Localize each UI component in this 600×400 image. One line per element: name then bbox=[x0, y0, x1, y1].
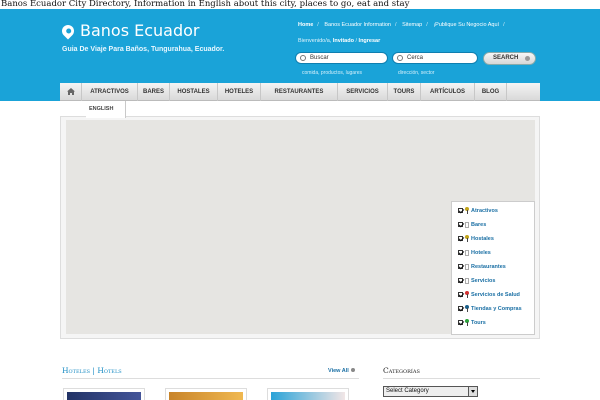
legend-checkbox[interactable] bbox=[458, 306, 463, 312]
map-marker-icon bbox=[465, 207, 469, 215]
search-input[interactable]: Buscar bbox=[295, 52, 388, 64]
legend-item[interactable]: Restaurantes bbox=[458, 261, 506, 274]
legend-label: Hoteles bbox=[471, 250, 491, 256]
categories-title: Categorías bbox=[383, 366, 420, 375]
thumbnail-image bbox=[271, 392, 345, 400]
legend-checkbox[interactable] bbox=[458, 292, 463, 298]
chevron-down-icon bbox=[468, 387, 477, 396]
top-links: Home / Banos Ecuador Information / Sitemap… bbox=[298, 22, 505, 28]
nav-home[interactable] bbox=[60, 83, 82, 101]
welcome-text: Bienvenido/a, Invitado / Ingresar bbox=[298, 38, 381, 44]
hotel-thumbnail[interactable] bbox=[267, 388, 349, 400]
location-input-placeholder: Cerca bbox=[407, 55, 424, 61]
location-hint: dirección, sector bbox=[398, 70, 435, 76]
thumbnail-image bbox=[169, 392, 243, 400]
nav-restaurantes[interactable]: RESTAURANTES bbox=[261, 83, 338, 101]
welcome-user: Invitado bbox=[332, 38, 354, 44]
map-marker-icon bbox=[465, 291, 469, 299]
legend-label: Restaurantes bbox=[471, 264, 506, 270]
legend-item[interactable]: Tours bbox=[458, 317, 486, 330]
hotel-thumbnail[interactable] bbox=[63, 388, 145, 400]
site-header: Banos Ecuador Guia De Viaje Para Baños, … bbox=[0, 9, 600, 83]
subnav-english[interactable]: ENGLISH bbox=[86, 101, 126, 118]
legend-checkbox[interactable] bbox=[458, 208, 463, 214]
map-marker-icon bbox=[465, 249, 469, 256]
site-logo[interactable]: Banos Ecuador bbox=[80, 21, 200, 40]
arrow-icon bbox=[525, 56, 530, 61]
top-link-sitemap[interactable]: Sitemap bbox=[402, 22, 422, 28]
top-link-publish[interactable]: ¡Publique Su Negocio Aquí bbox=[433, 22, 499, 28]
category-select-value: Select Category bbox=[386, 388, 429, 394]
site-tagline: Guia De Viaje Para Baños, Tungurahua, Ec… bbox=[62, 46, 225, 53]
location-pin-icon bbox=[59, 22, 77, 40]
main-nav: ATRACTIVOS BARES HOSTALES HOTELES RESTAU… bbox=[60, 83, 540, 101]
legend-label: Bares bbox=[471, 222, 487, 228]
page-heading: Banos Ecuador City Directory, Informatio… bbox=[0, 0, 600, 9]
legend-label: Atractivos bbox=[471, 208, 498, 214]
search-button-label: SEARCH bbox=[493, 55, 519, 61]
legend-item[interactable]: Servicios bbox=[458, 275, 495, 288]
legend-item[interactable]: Bares bbox=[458, 219, 486, 232]
legend-checkbox[interactable] bbox=[458, 222, 463, 228]
nav-blog[interactable]: BLOG bbox=[475, 83, 507, 101]
legend-label: Servicios bbox=[471, 278, 496, 284]
arrow-icon bbox=[350, 368, 355, 372]
welcome-prefix: Bienvenido/a, bbox=[298, 38, 333, 44]
legend-checkbox[interactable] bbox=[458, 278, 463, 284]
category-select[interactable]: Select Category bbox=[383, 386, 478, 397]
header-band-right bbox=[540, 83, 600, 101]
nav-tours[interactable]: TOURS bbox=[388, 83, 421, 101]
legend-label: Tiendas y Compras bbox=[471, 306, 522, 312]
location-icon bbox=[397, 55, 403, 61]
hotels-section-title[interactable]: Hoteles | Hotels bbox=[62, 366, 122, 375]
nav-servicios[interactable]: SERVICIOS bbox=[338, 83, 388, 101]
search-icon bbox=[300, 55, 306, 61]
nav-hoteles[interactable]: HOTELES bbox=[218, 83, 261, 101]
view-all-link[interactable]: View All bbox=[328, 368, 355, 374]
location-input[interactable]: Cerca bbox=[392, 52, 478, 64]
legend-item[interactable]: Hostales bbox=[458, 233, 494, 246]
search-input-placeholder: Buscar bbox=[310, 55, 329, 61]
divider bbox=[383, 378, 540, 379]
map-marker-icon bbox=[465, 277, 469, 284]
nav-bares[interactable]: BARES bbox=[138, 83, 170, 101]
divider bbox=[62, 378, 359, 379]
map-marker-icon bbox=[465, 319, 469, 327]
view-all-label: View All bbox=[328, 368, 349, 374]
legend-item[interactable]: Atractivos bbox=[458, 205, 498, 218]
map-marker-icon bbox=[465, 221, 469, 228]
legend-checkbox[interactable] bbox=[458, 236, 463, 242]
thumbnail-image bbox=[67, 392, 141, 400]
header-band-left bbox=[0, 83, 60, 101]
map-marker-icon bbox=[465, 235, 469, 243]
login-link[interactable]: Ingresar bbox=[359, 38, 381, 44]
legend-label: Servicios de Salud bbox=[471, 292, 520, 298]
nav-atractivos[interactable]: ATRACTIVOS bbox=[82, 83, 138, 101]
search-hint: comida, productos, lugares bbox=[302, 70, 363, 76]
legend-label: Tours bbox=[471, 320, 486, 326]
top-link-information[interactable]: Banos Ecuador Information bbox=[324, 22, 391, 28]
map-marker-icon bbox=[465, 263, 469, 270]
legend-item[interactable]: Hoteles bbox=[458, 247, 491, 260]
map-legend: Atractivos Bares Hostales Hoteles Restaurant… bbox=[451, 201, 535, 335]
home-icon bbox=[67, 88, 75, 95]
legend-checkbox[interactable] bbox=[458, 320, 463, 326]
hotel-thumbnail[interactable] bbox=[165, 388, 247, 400]
top-link-home[interactable]: Home bbox=[298, 22, 313, 28]
subnav-english-label: ENGLISH bbox=[89, 106, 114, 112]
nav-hostales[interactable]: HOSTALES bbox=[170, 83, 218, 101]
legend-checkbox[interactable] bbox=[458, 264, 463, 270]
legend-item[interactable]: Tiendas y Compras bbox=[458, 303, 522, 316]
nav-articulos[interactable]: ARTÍCULOS bbox=[421, 83, 475, 101]
legend-item[interactable]: Servicios de Salud bbox=[458, 289, 520, 302]
map-marker-icon bbox=[465, 305, 469, 313]
legend-checkbox[interactable] bbox=[458, 250, 463, 256]
legend-label: Hostales bbox=[471, 236, 494, 242]
search-button[interactable]: SEARCH bbox=[483, 52, 536, 65]
